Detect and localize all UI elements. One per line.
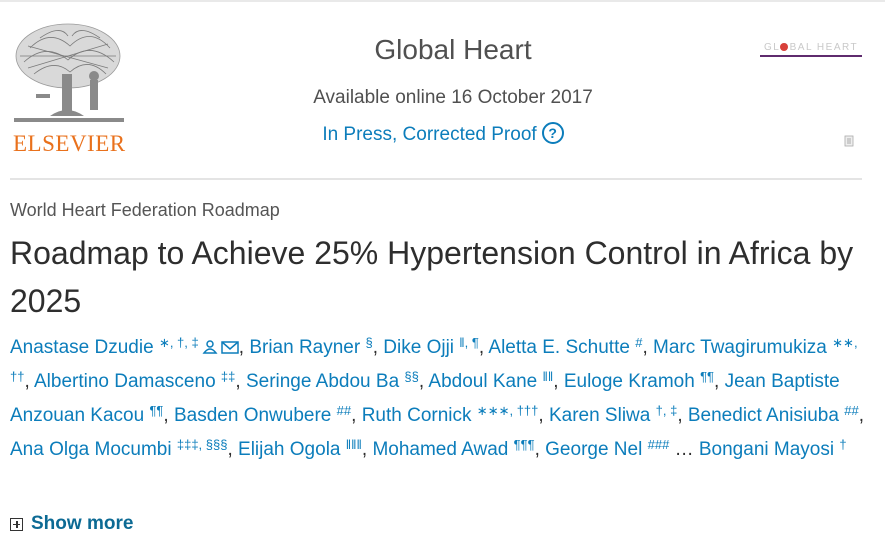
author-affiliation-marks: ## xyxy=(844,403,859,418)
article-status: In Press, Corrected Proof? xyxy=(0,122,885,146)
author-name: Elijah Ogola xyxy=(238,439,341,460)
author-affiliation-marks: ### xyxy=(647,437,670,452)
pdf-icon[interactable] xyxy=(844,135,854,147)
author-link[interactable]: George Nel ### xyxy=(545,437,670,460)
author-affiliation-marks: ∗∗∗, ††† xyxy=(476,403,539,418)
cover-title: GLOBAL HEART xyxy=(764,42,859,53)
author-affiliation-marks: † xyxy=(839,437,847,452)
envelope-icon[interactable] xyxy=(221,341,239,354)
show-more-button[interactable]: Show more xyxy=(10,513,133,535)
author-link[interactable]: Euloge Kramoh ¶¶ xyxy=(563,369,715,392)
author-link[interactable]: Albertino Damasceno ‡‡ xyxy=(33,369,236,392)
journal-cover-thumbnail[interactable]: GLOBAL HEART xyxy=(760,38,862,60)
author-affiliation-marks: ‡‡‡, §§§ xyxy=(176,437,228,452)
status-label[interactable]: In Press, Corrected Proof xyxy=(322,124,536,145)
author-link[interactable]: Abdoul Kane ǁǁ xyxy=(428,369,554,392)
author-link[interactable]: Seringe Abdou Ba §§ xyxy=(245,369,419,392)
author-link[interactable]: Mohamed Awad ¶¶¶ xyxy=(372,437,535,460)
author-link[interactable]: Aletta E. Schutte # xyxy=(488,336,642,358)
author-name: Benedict Anisiuba xyxy=(687,405,839,426)
author-name: Aletta E. Schutte xyxy=(488,337,630,358)
author-affiliation-marks: § xyxy=(365,335,373,350)
author-link[interactable]: Ana Olga Mocumbi ‡‡‡, §§§ xyxy=(10,437,228,460)
author-name: Seringe Abdou Ba xyxy=(245,371,400,392)
author-name: Dike Ojji xyxy=(383,337,455,358)
cover-bar xyxy=(760,55,862,57)
author-name: Albertino Damasceno xyxy=(33,371,216,392)
author-affiliation-marks: §§ xyxy=(404,369,419,384)
article-type: World Heart Federation Roadmap xyxy=(10,200,280,220)
article-title: Roadmap to Achieve 25% Hypertension Cont… xyxy=(10,235,854,319)
heart-icon xyxy=(780,43,788,51)
author-link[interactable]: Karen Sliwa †, ‡ xyxy=(548,403,678,426)
author-link[interactable]: Benedict Anisiuba ## xyxy=(687,403,859,426)
show-more-label: Show more xyxy=(31,513,134,534)
author-name: Bongani Mayosi xyxy=(698,439,835,460)
author-name: Ana Olga Mocumbi xyxy=(10,439,172,460)
author-name: Mohamed Awad xyxy=(372,439,509,460)
author-name: Euloge Kramoh xyxy=(563,371,695,392)
author-link[interactable]: Basden Onwubere ## xyxy=(173,403,352,426)
author-link[interactable]: Bongani Mayosi † xyxy=(698,437,847,460)
person-icon[interactable] xyxy=(202,340,218,354)
author-affiliation-marks: †, ‡ xyxy=(655,403,678,418)
author-name: Marc Twagirumukiza xyxy=(653,337,827,358)
author-list: Anastase Dzudie ∗, †, ‡, Brian Rayner §,… xyxy=(10,335,864,460)
author-affiliation-marks: ǁ, ¶ xyxy=(459,335,479,350)
author-name: Ruth Cornick xyxy=(361,405,472,426)
author-affiliation-marks: ¶¶¶ xyxy=(513,437,535,452)
header-divider xyxy=(10,178,862,180)
author-affiliation-marks: ǁǁǁ xyxy=(345,437,362,452)
author-name: George Nel xyxy=(545,439,643,460)
author-affiliation-marks: ## xyxy=(336,403,352,418)
author-link[interactable]: Ruth Cornick ∗∗∗, ††† xyxy=(361,403,539,426)
journal-title[interactable]: Global Heart xyxy=(0,34,885,66)
author-name: Anastase Dzudie xyxy=(10,337,154,358)
author-link[interactable]: Anastase Dzudie ∗, †, ‡ xyxy=(10,335,239,358)
author-name: Brian Rayner xyxy=(249,337,361,358)
author-link[interactable]: Dike Ojji ǁ, ¶ xyxy=(383,335,479,358)
author-affiliation-marks: ǁǁ xyxy=(542,369,554,384)
author-link[interactable]: Elijah Ogola ǁǁǁ xyxy=(238,437,362,460)
author-affiliation-marks: ¶¶ xyxy=(149,403,164,418)
author-name: Abdoul Kane xyxy=(428,371,538,392)
author-name: Karen Sliwa xyxy=(548,405,651,426)
plus-box-icon xyxy=(10,517,23,531)
author-affiliation-marks: ‡‡ xyxy=(220,369,236,384)
author-affiliation-marks: ¶¶ xyxy=(700,369,715,384)
author-affiliation-marks: ∗, †, ‡ xyxy=(158,335,199,350)
authors-ellipsis: … xyxy=(674,439,694,460)
help-circle-icon[interactable]: ? xyxy=(541,122,564,144)
author-link[interactable]: Brian Rayner § xyxy=(249,335,373,358)
top-border xyxy=(0,0,885,2)
available-online-date: Available online 16 October 2017 xyxy=(313,87,593,108)
author-name: Basden Onwubere xyxy=(173,405,332,426)
